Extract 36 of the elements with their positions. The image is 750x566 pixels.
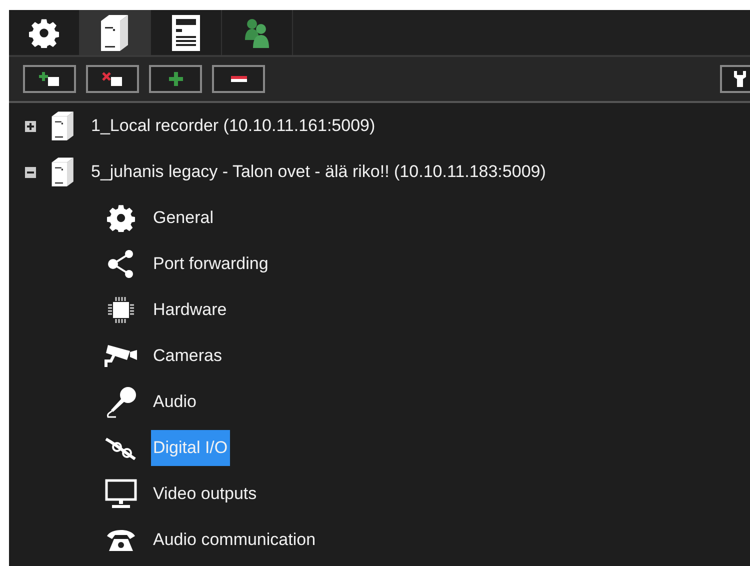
expander-icon[interactable]	[25, 166, 36, 178]
server-icon	[51, 110, 75, 142]
add-server-button[interactable]	[23, 65, 76, 93]
server-icon	[100, 14, 130, 50]
microphone-icon	[105, 386, 137, 418]
tree-item[interactable]: 5_juhanis legacy - Talon ovet - älä riko!! (10.10.11.183:5009)	[89, 154, 548, 190]
tree-item[interactable]: Audio communication	[151, 522, 318, 558]
monitor-icon	[105, 479, 137, 509]
camera-icon	[104, 343, 138, 369]
phone-icon	[105, 527, 137, 553]
expander-icon[interactable]	[25, 120, 36, 132]
remove-server-button[interactable]	[86, 65, 139, 93]
share-icon	[107, 249, 135, 279]
add-button[interactable]	[149, 65, 202, 93]
tree-item[interactable]: 1_Local recorder (10.10.11.161:5009)	[89, 108, 378, 144]
tree-item[interactable]: Hardware	[151, 292, 229, 328]
tree-item[interactable]: General	[151, 200, 216, 236]
tree-item[interactable]: Port forwarding	[151, 246, 270, 282]
remove-server-icon	[102, 72, 124, 86]
tree-item[interactable]: Video outputs	[151, 476, 259, 512]
server-icon	[51, 156, 75, 188]
document-icon	[172, 14, 200, 50]
wrench-icon	[734, 71, 746, 87]
users-icon	[244, 18, 270, 48]
connector-icon	[105, 436, 137, 460]
chip-icon	[108, 297, 134, 323]
minus-icon	[230, 76, 246, 82]
remove-button[interactable]	[212, 65, 265, 93]
gear-icon	[107, 204, 135, 232]
tree-item[interactable]: Cameras	[151, 338, 224, 374]
tree-item[interactable]: Audio	[151, 384, 198, 420]
tab[interactable]	[80, 10, 151, 55]
tools-button[interactable]	[720, 65, 750, 93]
gear-icon	[29, 18, 59, 48]
plus-icon	[168, 72, 182, 86]
add-server-icon	[38, 72, 60, 86]
